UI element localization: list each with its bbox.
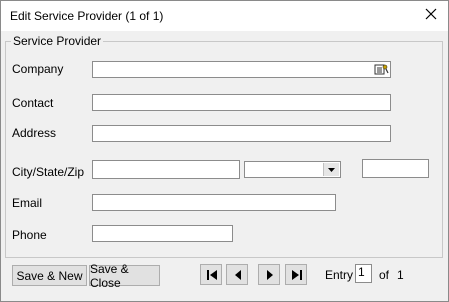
address-label: Address <box>12 126 57 140</box>
company-input[interactable] <box>93 62 390 77</box>
title-bar: Edit Service Provider (1 of 1) <box>1 1 448 31</box>
state-select[interactable] <box>244 161 341 178</box>
save-and-close-button[interactable]: Save & Close <box>89 262 160 290</box>
email-field[interactable] <box>92 194 336 211</box>
email-label: Email <box>12 196 43 210</box>
next-record-icon <box>267 270 273 280</box>
contact-field[interactable] <box>92 94 391 111</box>
previous-record-button[interactable] <box>226 264 248 285</box>
entry-input[interactable]: 1 <box>355 264 372 283</box>
previous-record-icon <box>235 270 241 280</box>
company-label: Company <box>12 62 64 76</box>
contact-label: Contact <box>12 96 54 110</box>
zip-field[interactable] <box>362 159 429 178</box>
group-legend: Service Provider <box>11 34 104 48</box>
city-input[interactable] <box>93 161 239 178</box>
chevron-down-icon[interactable] <box>323 163 339 176</box>
close-icon[interactable] <box>423 6 439 22</box>
email-input[interactable] <box>93 195 335 210</box>
edit-service-provider-window: Edit Service Provider (1 of 1) Service P… <box>0 0 449 302</box>
total-count: 1 <box>397 268 404 282</box>
save-and-new-button[interactable]: Save & New <box>12 265 87 286</box>
zip-input[interactable] <box>363 160 428 177</box>
phone-label: Phone <box>12 228 47 242</box>
of-label: of <box>379 268 390 282</box>
entry-label: Entry <box>325 268 354 282</box>
first-record-icon <box>207 270 217 280</box>
contact-input[interactable] <box>93 95 390 110</box>
first-record-button[interactable] <box>200 264 222 285</box>
last-record-button[interactable] <box>285 264 307 285</box>
address-input[interactable] <box>93 126 390 141</box>
window-title: Edit Service Provider (1 of 1) <box>10 9 164 23</box>
last-record-icon <box>292 270 302 280</box>
city-state-zip-label: City/State/Zip <box>12 165 85 179</box>
address-field[interactable] <box>92 125 391 142</box>
next-record-button[interactable] <box>258 264 280 285</box>
phone-field[interactable] <box>92 225 233 242</box>
city-field[interactable] <box>92 160 240 179</box>
phone-input[interactable] <box>93 226 232 241</box>
company-lookup-icon[interactable] <box>374 63 389 76</box>
company-field[interactable] <box>92 61 391 78</box>
